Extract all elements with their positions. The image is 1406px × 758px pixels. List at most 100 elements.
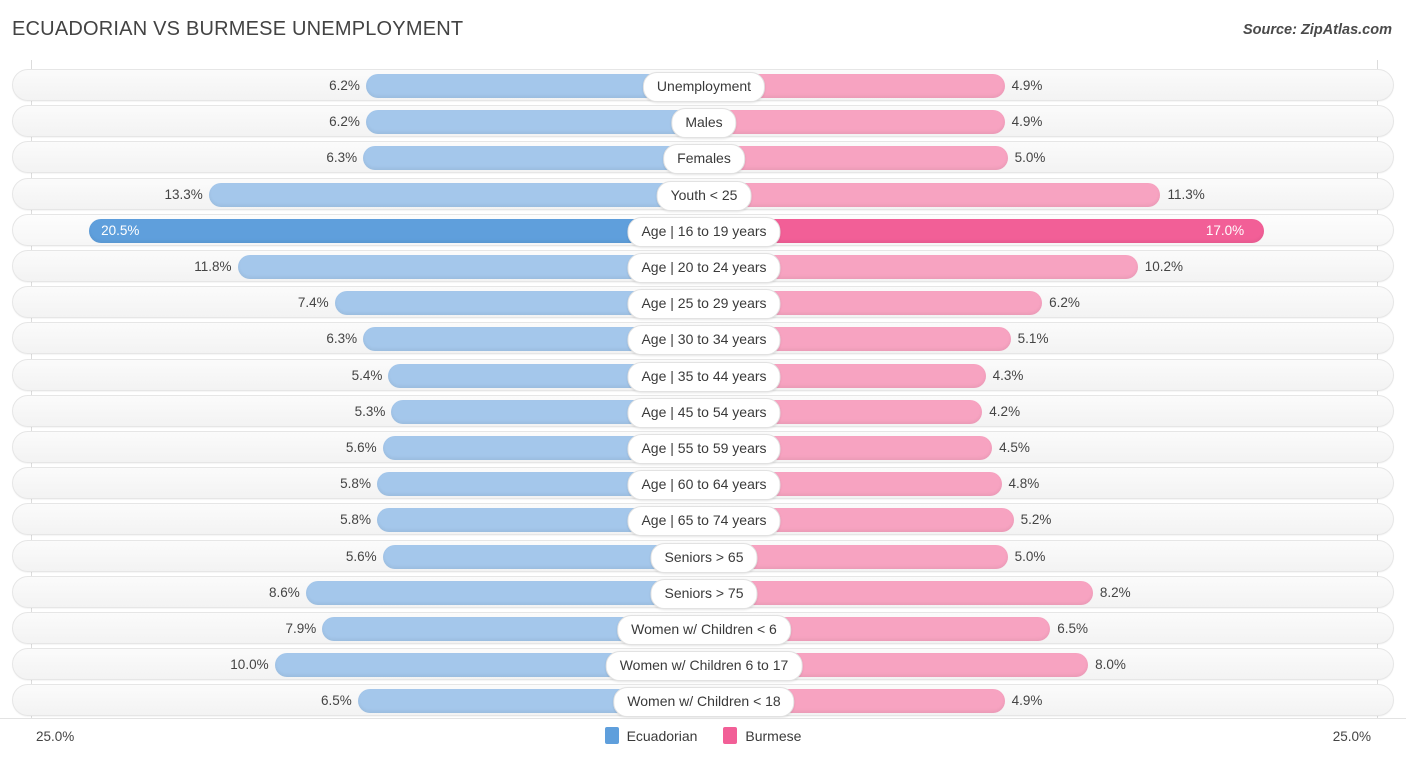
- row-bars: 6.3% 5.1% Age | 30 to 34 years: [13, 323, 1395, 356]
- table-row[interactable]: 7.4% 6.2% Age | 25 to 29 years: [12, 286, 1395, 320]
- legend-item-burmese[interactable]: Burmese: [723, 727, 801, 744]
- value-label-ecuadorian: 7.9%: [285, 621, 317, 636]
- table-row[interactable]: 5.8% 5.2% Age | 65 to 74 years: [12, 503, 1395, 537]
- table-row[interactable]: 6.2% 4.9% Unemployment: [12, 69, 1394, 102]
- legend-swatch-icon: [604, 727, 619, 744]
- legend-swatch-icon: [723, 727, 738, 744]
- table-row[interactable]: 5.8% 4.8% Age | 60 to 64 years: [12, 467, 1395, 501]
- value-label-burmese: 5.0%: [1014, 150, 1046, 166]
- value-label-burmese: 4.8%: [1008, 476, 1040, 492]
- row-bars: 5.3% 4.2% Age | 45 to 54 years: [13, 396, 1395, 428]
- chart-legend: Ecuadorian Burmese: [0, 727, 1406, 744]
- category-label-pill[interactable]: Females: [663, 144, 745, 175]
- category-label-pill[interactable]: Women w/ Children < 18: [613, 687, 795, 718]
- category-label-pill[interactable]: Males: [671, 108, 737, 139]
- bar-ecuadorian[interactable]: [363, 146, 704, 171]
- value-label-burmese: 8.0%: [1095, 657, 1126, 673]
- row-bars: 6.5% 4.9% Women w/ Children < 18: [13, 685, 1395, 718]
- table-row[interactable]: 5.6% 5.0% Seniors > 65: [12, 539, 1395, 573]
- value-label-burmese: 6.5%: [1057, 621, 1088, 636]
- bar-burmese[interactable]: [704, 218, 1264, 243]
- value-label-ecuadorian: 6.5%: [321, 693, 352, 709]
- value-label-burmese: 11.3%: [1167, 186, 1205, 202]
- row-bars: 10.0% 8.0% Women w/ Children 6 to 17: [13, 649, 1395, 682]
- value-label-ecuadorian: 6.2%: [329, 114, 360, 130]
- category-label-pill[interactable]: Age | 25 to 29 years: [627, 289, 781, 320]
- row-bars: 5.8% 5.2% Age | 65 to 74 years: [13, 504, 1395, 537]
- table-row[interactable]: 6.5% 4.9% Women w/ Children < 18: [12, 684, 1395, 718]
- value-label-ecuadorian: 6.3%: [326, 150, 358, 166]
- row-bars: 6.3% 5.0% Females: [13, 142, 1395, 175]
- row-bars: 5.8% 4.8% Age | 60 to 64 years: [13, 468, 1395, 501]
- value-label-burmese: 4.2%: [989, 403, 1021, 419]
- category-label-pill[interactable]: Unemployment: [642, 72, 766, 102]
- value-label-burmese: 8.2%: [1099, 584, 1131, 600]
- table-row[interactable]: 6.3% 5.0% Females: [12, 141, 1395, 175]
- value-label-burmese: 4.3%: [992, 367, 1024, 383]
- value-label-burmese: 4.9%: [1011, 78, 1043, 93]
- table-row[interactable]: 6.2% 4.9% Males: [12, 105, 1395, 139]
- table-row[interactable]: 5.3% 4.2% Age | 45 to 54 years: [12, 394, 1395, 428]
- value-label-burmese: 5.2%: [1020, 512, 1052, 528]
- value-label-burmese: 17.0%: [1205, 222, 1245, 238]
- table-row[interactable]: 8.6% 8.2% Seniors > 75: [12, 575, 1395, 609]
- value-label-burmese: 4.9%: [1011, 693, 1043, 709]
- bar-ecuadorian[interactable]: [305, 580, 704, 605]
- table-row[interactable]: 6.3% 5.1% Age | 30 to 34 years: [12, 322, 1395, 356]
- row-bars: 5.6% 4.5% Age | 55 to 59 years: [13, 432, 1395, 464]
- category-label-pill[interactable]: Women w/ Children 6 to 17: [605, 651, 803, 682]
- page-title: ECUADORIAN VS BURMESE UNEMPLOYMENT: [12, 18, 464, 40]
- legend-item-ecuadorian[interactable]: Ecuadorian: [604, 727, 698, 744]
- bar-burmese[interactable]: [704, 146, 1008, 171]
- table-row[interactable]: 13.3% 11.3% Youth < 25: [12, 177, 1394, 211]
- category-label-pill[interactable]: Age | 45 to 54 years: [627, 397, 781, 428]
- row-bars: 7.4% 6.2% Age | 25 to 29 years: [13, 287, 1395, 320]
- row-bars: 8.6% 8.2% Seniors > 75: [13, 577, 1395, 609]
- value-label-ecuadorian: 5.6%: [345, 548, 377, 564]
- category-label-pill[interactable]: Age | 20 to 24 years: [627, 253, 781, 283]
- table-row[interactable]: 11.8% 10.2% Age | 20 to 24 years: [12, 250, 1395, 283]
- row-bars: 5.4% 4.3% Age | 35 to 44 years: [13, 360, 1395, 392]
- table-row[interactable]: 7.9% 6.5% Women w/ Children < 6: [12, 612, 1395, 645]
- value-label-ecuadorian: 5.4%: [351, 367, 383, 383]
- legend-label: Ecuadorian: [626, 727, 698, 744]
- row-bars: 11.8% 10.2% Age | 20 to 24 years: [13, 251, 1395, 283]
- bar-burmese[interactable]: [704, 580, 1093, 605]
- category-label-pill[interactable]: Seniors > 75: [650, 578, 758, 609]
- value-label-burmese: 6.2%: [1049, 295, 1080, 311]
- value-label-ecuadorian: 10.0%: [230, 657, 269, 673]
- category-label-pill[interactable]: Age | 30 to 34 years: [627, 325, 781, 356]
- table-row[interactable]: 10.0% 8.0% Women w/ Children 6 to 17: [12, 648, 1395, 682]
- category-label-pill[interactable]: Age | 60 to 64 years: [627, 470, 781, 501]
- category-label-pill[interactable]: Age | 16 to 19 years: [627, 216, 781, 247]
- row-bars: 7.9% 6.5% Women w/ Children < 6: [13, 613, 1395, 645]
- value-label-ecuadorian: 5.8%: [340, 512, 371, 528]
- legend-label: Burmese: [745, 727, 802, 744]
- table-row[interactable]: 20.5% 17.0% Age | 16 to 19 years: [12, 213, 1394, 247]
- chart-plot-area: 6.2% 4.9% Unemployment 6.2% 4.9% Males 6.3% 5.0…: [0, 60, 1406, 718]
- value-label-burmese: 5.1%: [1017, 331, 1049, 347]
- value-label-ecuadorian: 8.6%: [268, 584, 300, 600]
- bar-burmese[interactable]: [704, 182, 1161, 207]
- bar-ecuadorian[interactable]: [89, 218, 704, 243]
- bar-ecuadorian[interactable]: [208, 182, 704, 207]
- category-label-pill[interactable]: Age | 35 to 44 years: [627, 361, 781, 392]
- value-label-burmese: 4.9%: [1011, 114, 1043, 130]
- category-label-pill[interactable]: Age | 65 to 74 years: [627, 506, 781, 537]
- category-label-pill[interactable]: Youth < 25: [656, 180, 752, 211]
- table-row[interactable]: 5.4% 4.3% Age | 35 to 44 years: [12, 358, 1395, 392]
- category-label-pill[interactable]: Women w/ Children < 6: [617, 615, 791, 645]
- value-label-ecuadorian: 7.4%: [297, 295, 329, 311]
- value-label-ecuadorian: 5.8%: [340, 476, 371, 492]
- value-label-burmese: 10.2%: [1144, 259, 1183, 274]
- row-bars: 5.6% 5.0% Seniors > 65: [13, 541, 1395, 573]
- category-label-pill[interactable]: Seniors > 65: [650, 542, 758, 573]
- value-label-ecuadorian: 5.6%: [345, 440, 377, 455]
- value-label-ecuadorian: 6.3%: [326, 331, 358, 347]
- bar-burmese[interactable]: [704, 110, 1005, 135]
- table-row[interactable]: 5.6% 4.5% Age | 55 to 59 years: [12, 431, 1395, 464]
- row-bars: 6.2% 4.9% Males: [13, 106, 1395, 139]
- bar-ecuadorian[interactable]: [365, 110, 704, 135]
- source-attribution: Source: ZipAtlas.com: [1242, 22, 1392, 38]
- category-label-pill[interactable]: Age | 55 to 59 years: [627, 434, 781, 464]
